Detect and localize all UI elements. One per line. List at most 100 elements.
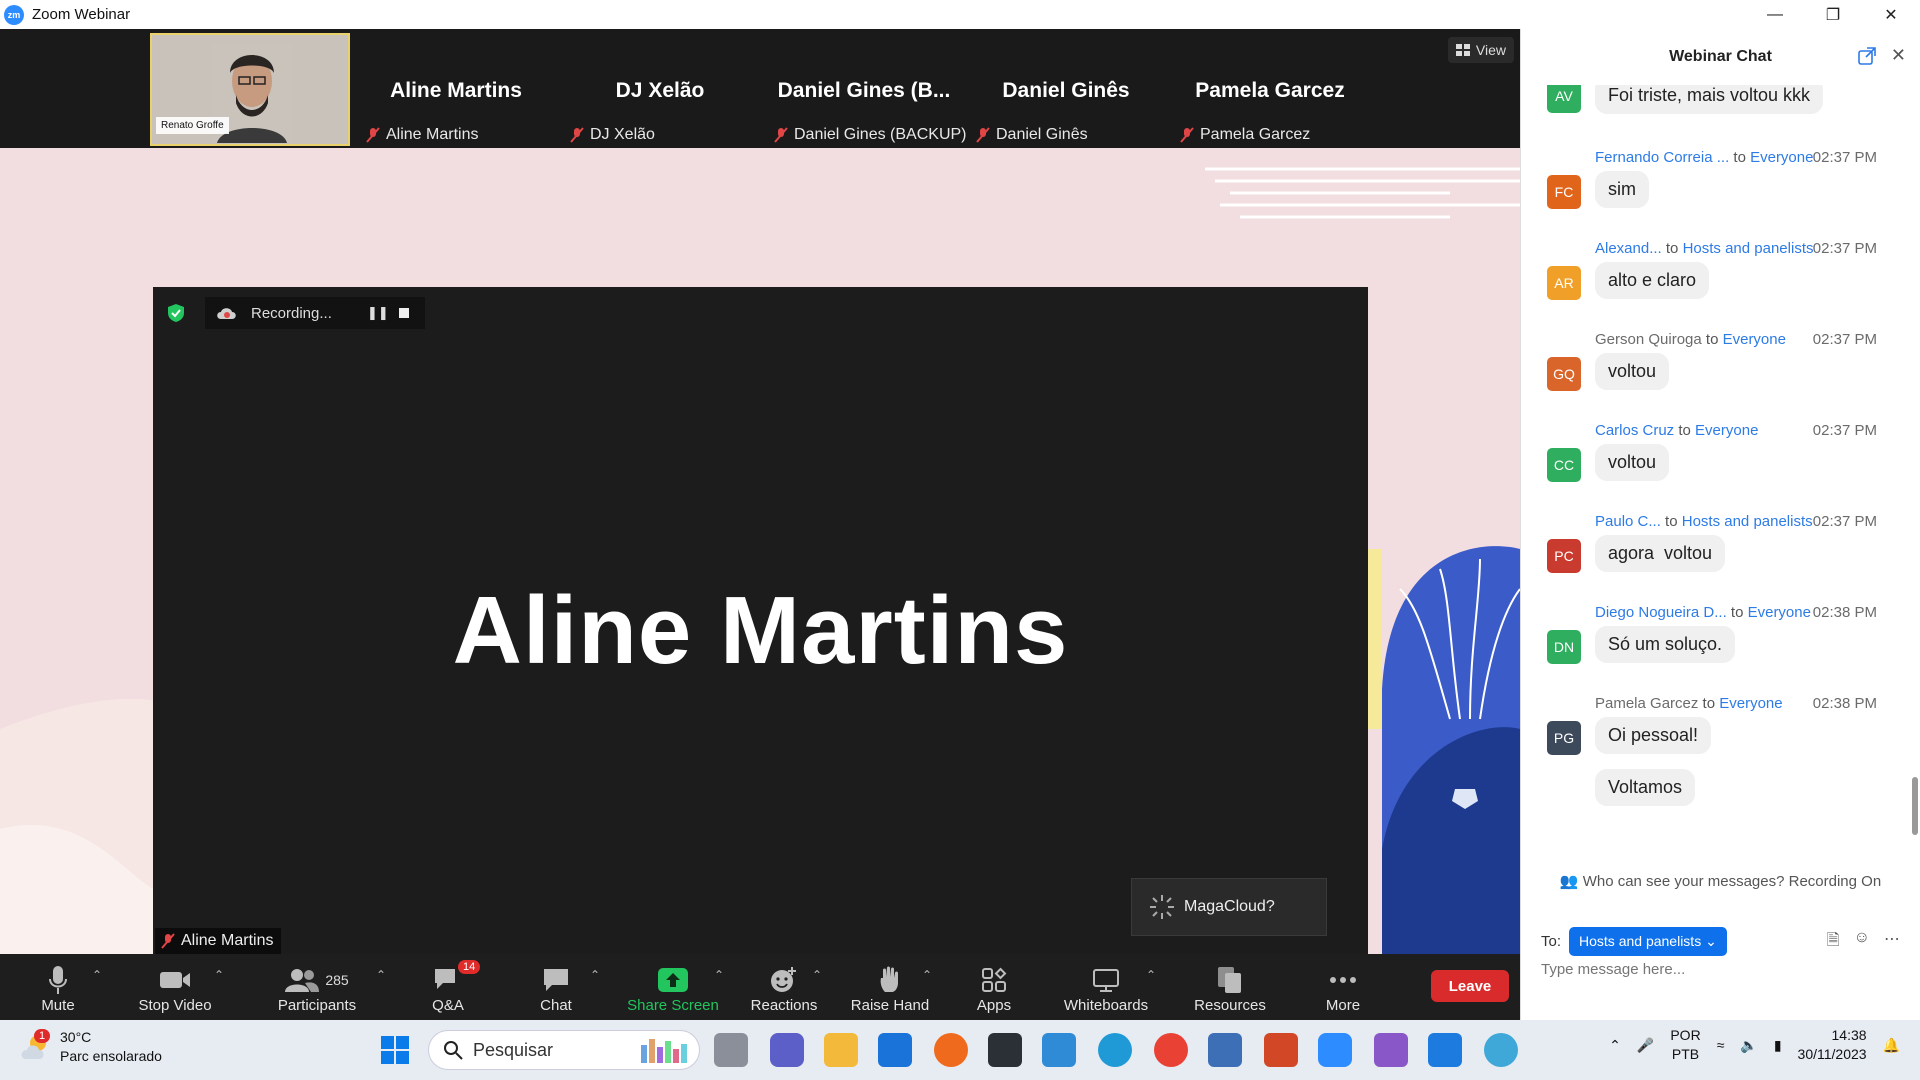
system-tray: ⌃ 🎤 POR PTB ≈ 🔈 ▮ 14:38 30/11/2023 🔔 bbox=[1609, 1026, 1900, 1064]
sender-name[interactable]: Diego Nogueira D... bbox=[1595, 604, 1727, 621]
speaker-label-text: Aline Martins bbox=[181, 932, 274, 949]
participant-tile[interactable]: Daniel Ginês Daniel Ginês bbox=[966, 33, 1166, 146]
participant-label: Daniel Ginês bbox=[976, 126, 1088, 144]
whiteboards-button[interactable]: Whiteboards bbox=[1060, 954, 1152, 1020]
sender-name[interactable]: Carlos Cruz bbox=[1595, 422, 1674, 439]
view-label: View bbox=[1475, 42, 1506, 58]
view-button[interactable]: View bbox=[1447, 37, 1514, 63]
share-screen-button[interactable]: Share Screen bbox=[622, 954, 724, 1020]
avatar: PC bbox=[1547, 539, 1581, 573]
participant-tile[interactable]: DJ Xelão DJ Xelão bbox=[560, 33, 760, 146]
battery-icon[interactable]: ▮ bbox=[1774, 1037, 1782, 1054]
popout-icon[interactable] bbox=[1858, 47, 1876, 65]
task-view-icon[interactable] bbox=[714, 1033, 748, 1067]
participants-options-caret[interactable]: ⌃ bbox=[376, 968, 386, 982]
message-input[interactable] bbox=[1541, 961, 1901, 978]
notepad-icon[interactable] bbox=[1428, 1033, 1462, 1067]
speaker-name-display: Aline Martins bbox=[452, 576, 1069, 684]
avatar: AV bbox=[1547, 85, 1581, 113]
taskbar-search[interactable]: Pesquisar bbox=[428, 1030, 700, 1070]
mail-icon[interactable] bbox=[878, 1033, 912, 1067]
resources-button[interactable]: Resources bbox=[1188, 954, 1272, 1020]
minimize-button[interactable]: — bbox=[1746, 0, 1804, 29]
azure-data-studio-icon[interactable] bbox=[1042, 1033, 1076, 1067]
chat-scrollbar[interactable] bbox=[1912, 777, 1918, 835]
notification-bell-icon[interactable]: 🔔 bbox=[1883, 1037, 1900, 1054]
qa-badge: 14 bbox=[458, 960, 481, 974]
firefox-icon[interactable] bbox=[934, 1033, 968, 1067]
message-header: Gerson Quiroga to Everyone bbox=[1595, 331, 1786, 348]
volume-icon[interactable]: 🔈 bbox=[1740, 1037, 1757, 1054]
close-window-button[interactable]: ✕ bbox=[1862, 0, 1920, 29]
raise-hand-button[interactable]: Raise Hand bbox=[846, 954, 934, 1020]
sender-name[interactable]: Alexand... bbox=[1595, 240, 1662, 257]
stop-video-button[interactable]: Stop Video bbox=[130, 954, 220, 1020]
recipient-dropdown[interactable]: Hosts and panelists ⌄ bbox=[1569, 927, 1727, 956]
raise-hand-label: Raise Hand bbox=[850, 997, 930, 1014]
terminal-icon[interactable] bbox=[988, 1033, 1022, 1067]
chat-options-caret[interactable]: ⌃ bbox=[590, 968, 600, 982]
emoji-icon[interactable]: ☺ bbox=[1854, 929, 1870, 956]
mic-muted-icon bbox=[774, 127, 788, 143]
message-header: Fernando Correia ... to Everyone bbox=[1595, 149, 1813, 166]
weather-widget[interactable]: 1 30°C Parc ensolarado bbox=[20, 1028, 162, 1066]
recipient-name: Hosts and panelists bbox=[1682, 240, 1814, 257]
participant-tile[interactable]: Aline Martins Aline Martins bbox=[356, 33, 556, 146]
recipient-name: Hosts and panelists bbox=[1681, 513, 1813, 530]
more-options-icon[interactable]: ⋯ bbox=[1884, 929, 1900, 956]
app-icon[interactable] bbox=[1484, 1033, 1518, 1067]
clock-time: 14:38 bbox=[1831, 1027, 1867, 1043]
webinar-chat-panel: Webinar Chat ✕ AV Foi triste, mais volto… bbox=[1520, 29, 1920, 1020]
mute-button[interactable]: Mute bbox=[28, 954, 88, 1020]
zoom-taskbar-icon[interactable] bbox=[1318, 1033, 1352, 1067]
participant-tile[interactable]: Daniel Gines (B... Daniel Gines (BACKUP) bbox=[764, 33, 967, 146]
clock[interactable]: 14:38 30/11/2023 bbox=[1798, 1026, 1867, 1064]
microphone-tray-icon[interactable]: 🎤 bbox=[1637, 1037, 1654, 1054]
video-options-caret[interactable]: ⌃ bbox=[214, 968, 224, 982]
grid-view-icon bbox=[1455, 44, 1470, 56]
network-tool-icon[interactable] bbox=[1208, 1033, 1242, 1067]
to-word: to bbox=[1665, 240, 1679, 257]
participant-tile[interactable]: Pamela Garcez Pamela Garcez bbox=[1170, 33, 1370, 146]
sender-name[interactable]: Pamela Garcez bbox=[1595, 695, 1698, 712]
powerpoint-icon[interactable] bbox=[1264, 1033, 1298, 1067]
reactions-button[interactable]: Reactions bbox=[744, 954, 824, 1020]
more-dots-icon bbox=[1330, 977, 1356, 983]
restore-button[interactable]: ❐ bbox=[1804, 0, 1862, 29]
file-icon[interactable]: 🗎 bbox=[1827, 929, 1840, 956]
sender-name[interactable]: Paulo C... bbox=[1595, 513, 1661, 530]
reactions-options-caret[interactable]: ⌃ bbox=[812, 968, 822, 982]
file-explorer-icon[interactable] bbox=[824, 1033, 858, 1067]
leave-button[interactable]: Leave bbox=[1431, 970, 1509, 1002]
chrome-icon[interactable] bbox=[1154, 1033, 1188, 1067]
whiteboards-options-caret[interactable]: ⌃ bbox=[1146, 968, 1156, 982]
to-word: to bbox=[1665, 513, 1678, 530]
recipient-name: Everyone bbox=[1722, 331, 1786, 348]
chat-button[interactable]: Chat bbox=[526, 954, 586, 1020]
self-video-tile[interactable]: Renato Groffe bbox=[150, 33, 350, 146]
wifi-icon[interactable]: ≈ bbox=[1717, 1037, 1725, 1053]
sender-name[interactable]: Gerson Quiroga bbox=[1595, 331, 1702, 348]
participants-button[interactable]: 285 Participants bbox=[272, 954, 362, 1020]
raise-hand-options-caret[interactable]: ⌃ bbox=[922, 968, 932, 982]
close-chat-icon[interactable]: ✕ bbox=[1891, 45, 1906, 66]
apps-button[interactable]: Apps bbox=[964, 954, 1024, 1020]
mute-options-caret[interactable]: ⌃ bbox=[92, 968, 102, 982]
more-button[interactable]: More bbox=[1316, 954, 1370, 1020]
share-options-caret[interactable]: ⌃ bbox=[714, 968, 724, 982]
message-time: 02:38 PM bbox=[1812, 604, 1877, 621]
windows-start-icon[interactable] bbox=[378, 1033, 412, 1067]
sender-name[interactable]: Fernando Correia ... bbox=[1595, 149, 1729, 166]
teams-icon[interactable] bbox=[770, 1033, 804, 1067]
message-visibility-info[interactable]: 👥 Who can see your messages? Recording O… bbox=[1521, 872, 1920, 890]
qa-label: Q&A bbox=[432, 997, 464, 1014]
raise-hand-icon bbox=[880, 966, 898, 992]
message-bubble: alto e claro bbox=[1595, 262, 1710, 299]
language-indicator[interactable]: POR PTB bbox=[1670, 1026, 1700, 1064]
edge-icon[interactable] bbox=[1098, 1033, 1132, 1067]
stop-video-label: Stop Video bbox=[138, 997, 212, 1014]
video-camera-icon bbox=[160, 972, 190, 988]
visual-studio-icon[interactable] bbox=[1374, 1033, 1408, 1067]
participant-label: Daniel Gines (BACKUP) bbox=[774, 126, 967, 144]
chevron-up-icon[interactable]: ⌃ bbox=[1609, 1037, 1621, 1054]
